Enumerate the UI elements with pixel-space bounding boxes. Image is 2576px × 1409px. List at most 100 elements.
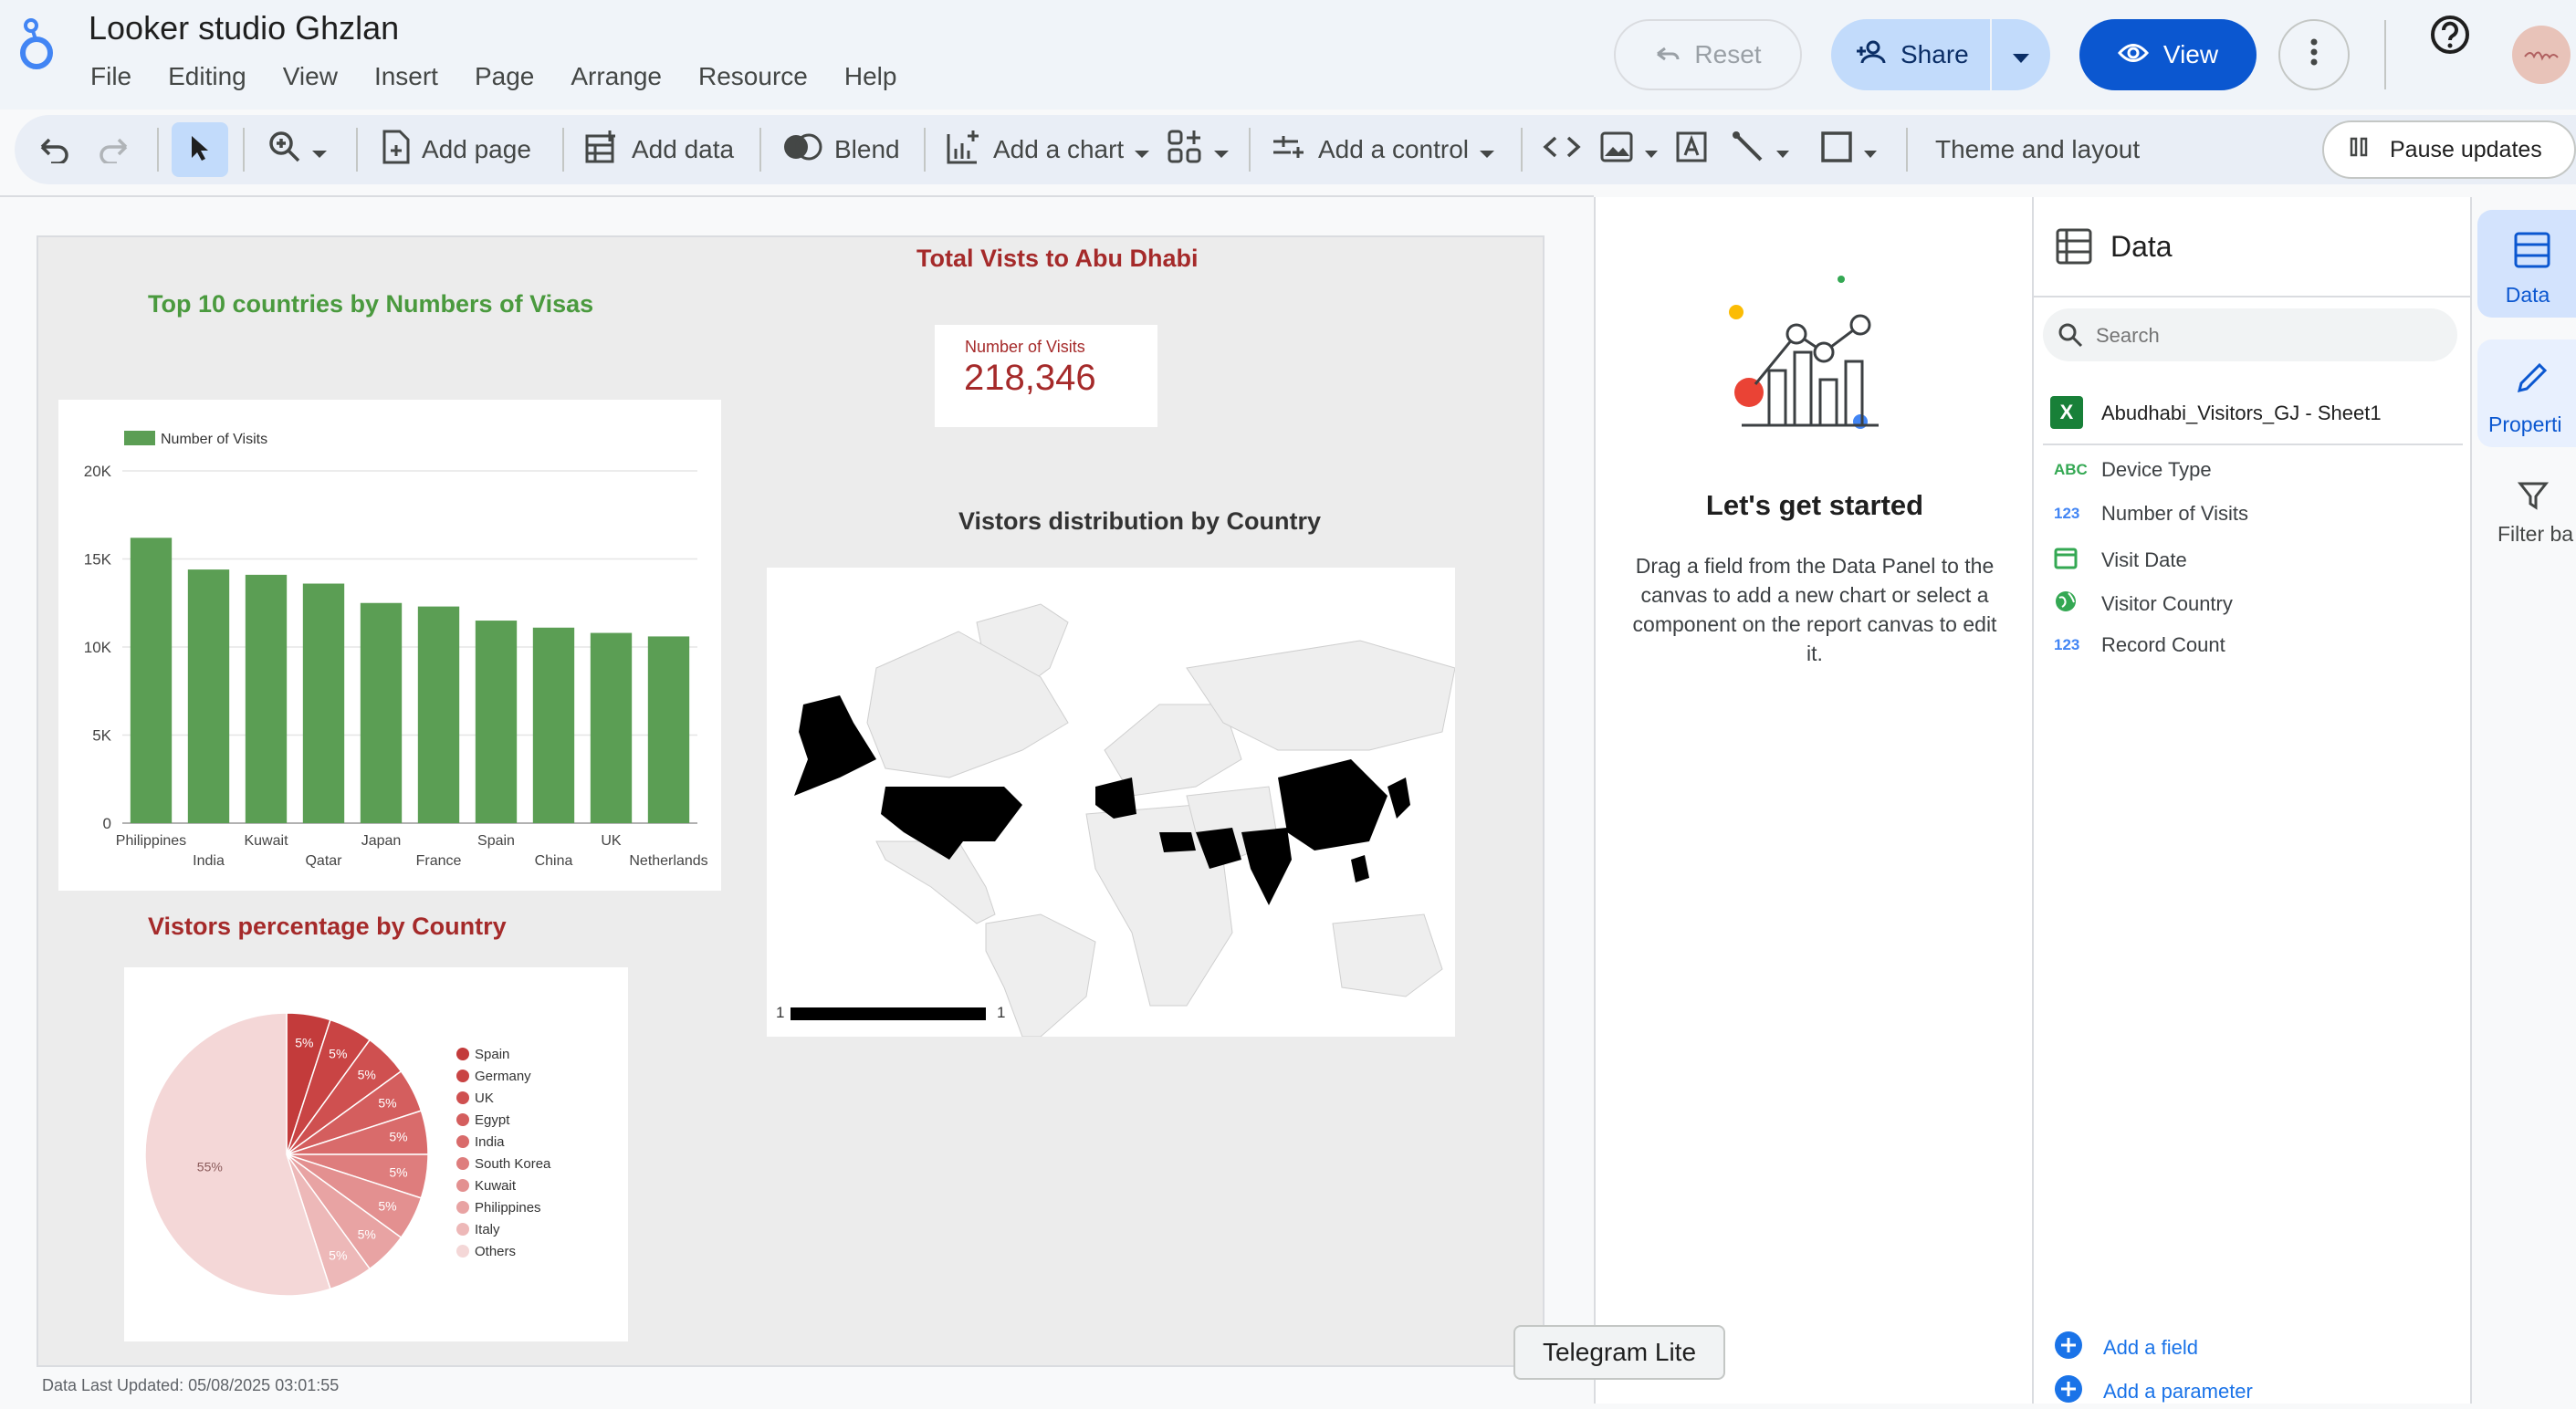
- embed-url-button[interactable]: [1543, 115, 1581, 184]
- blend-button[interactable]: Blend: [781, 115, 900, 184]
- slice-label: 5%: [329, 1247, 347, 1262]
- field-record-count[interactable]: 123 Record Count: [2054, 633, 2225, 657]
- x-tick-label: UK: [601, 833, 622, 849]
- report-title[interactable]: Looker studio Ghzlan: [89, 9, 399, 47]
- field-name: Number of Visits: [2101, 502, 2248, 525]
- menu-help[interactable]: Help: [844, 62, 897, 91]
- data-table-icon: [2514, 232, 2550, 273]
- field-visitor-country[interactable]: Visitor Country: [2054, 590, 2233, 618]
- get-started-title: Let's get started: [1705, 489, 1924, 521]
- menu-file[interactable]: File: [90, 62, 131, 91]
- rail-data-label: Data: [2505, 283, 2550, 307]
- add-page-icon: [382, 129, 411, 172]
- legend-dot: [456, 1157, 469, 1170]
- pie-chart-panel[interactable]: 5% 5% 5% 5% 5% 5% 5% 5% 5% 55% Spain Germany UK Egypt…: [124, 967, 628, 1341]
- rail-filter-label: Filter ba: [2497, 522, 2574, 546]
- cursor-arrow-icon: [189, 134, 211, 166]
- rail-filter-tab[interactable]: Filter ba: [2477, 471, 2576, 571]
- view-button[interactable]: View: [2079, 19, 2257, 90]
- calendar-icon: [2054, 546, 2081, 574]
- bar: [130, 538, 173, 823]
- field-visit-date[interactable]: Visit Date: [2054, 546, 2187, 574]
- data-panel: Data X Abudhabi_Visitors_GJ - Sheet1: [2032, 197, 2472, 1404]
- menu-page[interactable]: Page: [475, 62, 534, 91]
- shape-button[interactable]: [1820, 115, 1877, 184]
- pause-icon: [2350, 137, 2368, 163]
- rail-data-tab[interactable]: Data: [2477, 210, 2576, 318]
- map-egypt-region: [1159, 832, 1196, 852]
- geo-map-panel[interactable]: 1 1: [767, 568, 1456, 1038]
- menu-view[interactable]: View: [283, 62, 338, 91]
- eye-icon: [2117, 40, 2149, 69]
- add-field-link[interactable]: Add a field: [2054, 1331, 2198, 1365]
- data-source-name[interactable]: Abudhabi_Visitors_GJ - Sheet1: [2101, 402, 2382, 425]
- slice-label: 5%: [378, 1198, 396, 1213]
- field-device-type[interactable]: ABC Device Type: [2054, 458, 2212, 482]
- zoom-button[interactable]: [268, 115, 327, 184]
- help-icon[interactable]: [2428, 13, 2472, 57]
- field-number-of-visits[interactable]: 123 Number of Visits: [2054, 502, 2248, 526]
- toolbar-divider: [924, 128, 926, 172]
- menu-arrange[interactable]: Arrange: [571, 62, 662, 91]
- legend-dot: [456, 1113, 469, 1126]
- undo-icon[interactable]: [37, 115, 71, 184]
- pie-chart-title[interactable]: Vistors percentage by Country: [148, 913, 507, 941]
- x-tick-label: China: [535, 853, 573, 869]
- map-title[interactable]: Vistors distribution by Country: [958, 507, 1321, 536]
- taskbar-tooltip: Telegram Lite: [1513, 1325, 1725, 1380]
- theme-layout-button[interactable]: Theme and layout: [1935, 115, 2140, 184]
- y-tick-label: 5K: [92, 727, 111, 745]
- map-china: [1278, 759, 1387, 851]
- redo-icon[interactable]: [97, 115, 131, 184]
- toolbar-divider: [1906, 128, 1908, 172]
- map-australia: [1332, 913, 1443, 997]
- legend-swatch: [124, 431, 155, 445]
- blend-icon: [781, 132, 823, 168]
- caret-down-icon: [312, 135, 327, 164]
- pause-updates-label: Pause updates: [2390, 136, 2542, 162]
- menu-insert[interactable]: Insert: [374, 62, 438, 91]
- looker-studio-logo[interactable]: [16, 16, 60, 71]
- bar-chart-panel[interactable]: 0 5K 10K 15K 20K Philippines India Kuwait Qatar J…: [58, 400, 721, 891]
- slice-label: 5%: [329, 1047, 347, 1061]
- add-parameter-link[interactable]: Add a parameter: [2054, 1374, 2253, 1409]
- bar: [647, 636, 690, 823]
- add-control-label: Add a control: [1318, 135, 1469, 163]
- select-cursor-button[interactable]: [172, 122, 228, 177]
- share-label: Share: [1901, 40, 1969, 68]
- toolbar-divider: [243, 128, 245, 172]
- header-divider: [2384, 20, 2386, 89]
- text-box-button[interactable]: [1674, 115, 1709, 184]
- legend-dot: [456, 1179, 469, 1192]
- add-data-label: Add data: [632, 135, 735, 163]
- add-chart-button[interactable]: Add a chart: [946, 115, 1150, 184]
- image-button[interactable]: [1599, 115, 1658, 184]
- x-tick-label: Japan: [361, 833, 402, 849]
- image-icon: [1599, 130, 1634, 170]
- more-options-button[interactable]: [2278, 19, 2350, 90]
- menu-editing[interactable]: Editing: [168, 62, 246, 91]
- x-tick-label: Philippines: [116, 833, 186, 849]
- rail-properties-tab[interactable]: Properti: [2477, 339, 2576, 447]
- field-search-box[interactable]: [2043, 308, 2457, 361]
- add-page-button[interactable]: Add page: [382, 115, 531, 184]
- community-visualizations-button[interactable]: [1167, 115, 1229, 184]
- x-tick-label: Netherlands: [629, 853, 707, 869]
- field-search-input[interactable]: [2094, 319, 2445, 352]
- add-data-button[interactable]: Add data: [584, 115, 734, 184]
- slice-label: 5%: [295, 1036, 313, 1050]
- bar-chart-title[interactable]: Top 10 countries by Numbers of Visas: [148, 290, 593, 318]
- legend-label: Germany: [475, 1069, 531, 1084]
- total-visits-title[interactable]: Total Vists to Abu Dhabi: [916, 245, 1199, 273]
- menu-resource[interactable]: Resource: [698, 62, 808, 91]
- panel-divider: [2034, 296, 2472, 297]
- legend-label: Italy: [475, 1222, 500, 1237]
- add-control-button[interactable]: Add a control: [1271, 115, 1494, 184]
- pause-updates-button[interactable]: Pause updates: [2322, 120, 2576, 179]
- field-name: Visit Date: [2101, 548, 2187, 571]
- reset-button[interactable]: Reset: [1614, 19, 1802, 90]
- scorecard[interactable]: Number of Visits 218,346: [935, 325, 1157, 427]
- line-button[interactable]: [1731, 115, 1789, 184]
- user-avatar[interactable]: [2512, 26, 2571, 84]
- scorecard-value: 218,346: [964, 358, 1096, 398]
